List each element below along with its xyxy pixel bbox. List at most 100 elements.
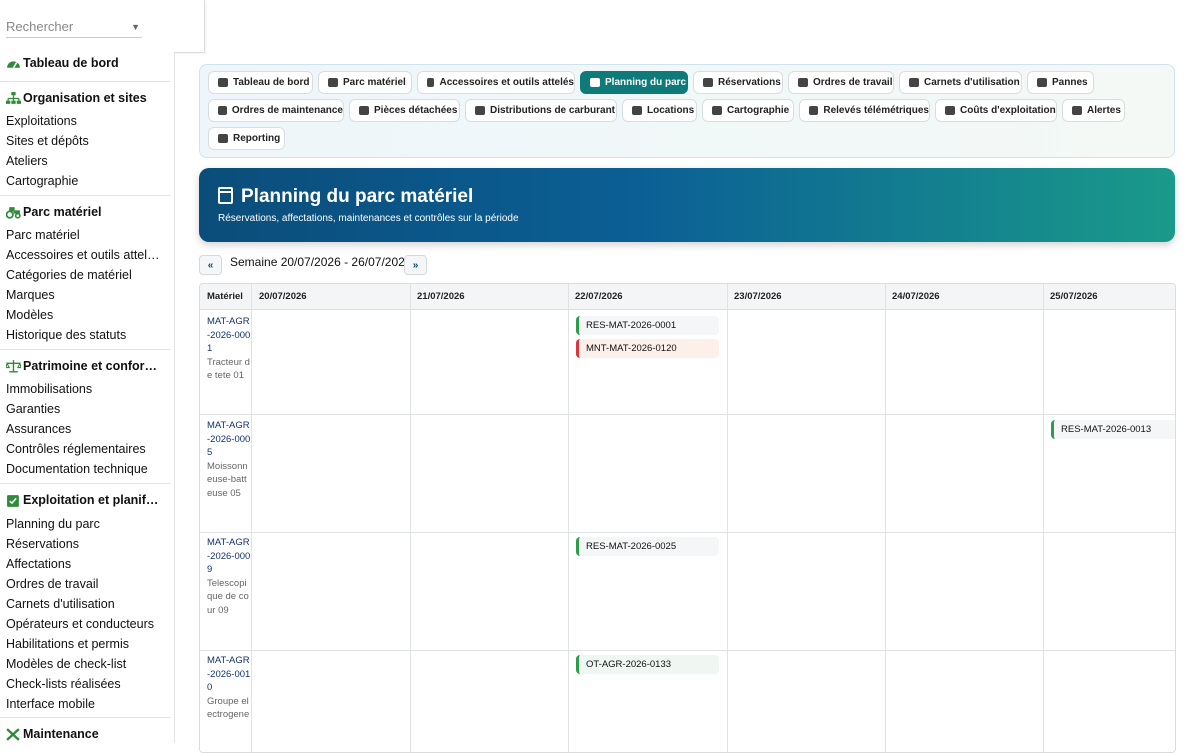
module-tabs: Tableau de bord Parc matériel Accessoire… bbox=[199, 64, 1175, 158]
sidebar-item-garanties[interactable]: Garanties bbox=[0, 399, 168, 419]
caret-down-icon: ▼ bbox=[131, 21, 140, 32]
tab-cartographie[interactable]: Cartographie bbox=[702, 99, 794, 122]
tab-couts[interactable]: Coûts d'exploitation bbox=[935, 99, 1057, 122]
page-title: Planning du parc matériel bbox=[241, 186, 474, 207]
tab-ordres-travail[interactable]: Ordres de travail bbox=[788, 71, 894, 94]
sidebar-item-historique[interactable]: Historique des statuts bbox=[0, 325, 168, 345]
equipment-description: Telescopique de cour 09 bbox=[207, 577, 249, 616]
reservation-event[interactable]: RES-MAT-2026-0025 bbox=[576, 537, 719, 556]
satellite-icon bbox=[809, 106, 819, 115]
sidebar-item-exploitations[interactable]: Exploitations bbox=[0, 111, 168, 131]
sidebar-item-operateurs[interactable]: Opérateurs et conducteurs bbox=[0, 614, 168, 634]
tab-accessoires[interactable]: Accessoires et outils attelés bbox=[417, 71, 575, 94]
collapsed-panel bbox=[174, 0, 205, 53]
file-icon bbox=[632, 106, 642, 115]
map-icon bbox=[712, 106, 722, 115]
sidebar-item-ordres-travail[interactable]: Ordres de travail bbox=[0, 574, 168, 594]
sidebar-item-reservations[interactable]: Réservations bbox=[0, 534, 168, 554]
tractor-icon bbox=[6, 206, 21, 219]
column-header: 24/07/2026 bbox=[885, 284, 1043, 310]
work-order-event[interactable]: OT-AGR-2026-0133 bbox=[576, 655, 719, 674]
reservation-event[interactable]: RES-MAT-2026-0013 bbox=[1051, 420, 1175, 439]
sidebar-section-maintenance: Maintenance bbox=[0, 727, 170, 741]
section-title: Patrimoine et confor… bbox=[23, 359, 158, 373]
tab-releves[interactable]: Relevés télémétriques bbox=[799, 99, 930, 122]
sidebar-item-affectations[interactable]: Affectations bbox=[0, 554, 168, 574]
next-week-button[interactable]: » bbox=[404, 255, 427, 275]
tab-pieces[interactable]: Pièces détachées bbox=[349, 99, 460, 122]
week-label: Semaine 20/07/2026 - 26/07/2026 bbox=[230, 255, 412, 269]
sidebar: Rechercher ▼ Tableau de bord Organisatio… bbox=[0, 0, 175, 743]
sidebar-item-modeles-checklist[interactable]: Modèles de check-list bbox=[0, 654, 168, 674]
scale-icon bbox=[6, 359, 21, 373]
sidebar-item-accessoires[interactable]: Accessoires et outils attel… bbox=[0, 245, 168, 265]
sidebar-item-checklists[interactable]: Check-lists réalisées bbox=[0, 674, 168, 694]
sidebar-item-ateliers[interactable]: Ateliers bbox=[0, 151, 168, 171]
search-select[interactable]: Rechercher ▼ bbox=[6, 16, 142, 38]
section-title: Parc matériel bbox=[23, 205, 102, 219]
tools-icon bbox=[218, 106, 227, 115]
sidebar-item-cartographie[interactable]: Cartographie bbox=[0, 171, 168, 191]
tab-reservations[interactable]: Réservations bbox=[693, 71, 783, 94]
table-row: MAT-AGR-2026-0010 Groupe electrogene bbox=[207, 654, 251, 722]
table-row: MAT-AGR-2026-0009 Telescopique de cour 0… bbox=[207, 536, 251, 617]
sidebar-item-planning[interactable]: Planning du parc bbox=[0, 514, 168, 534]
sidebar-item-controles[interactable]: Contrôles réglementaires bbox=[0, 439, 168, 459]
tab-locations[interactable]: Locations bbox=[622, 99, 697, 122]
equipment-link[interactable]: MAT-AGR-2026-0009 bbox=[207, 536, 251, 577]
planning-grid: Matériel 20/07/2026 21/07/2026 22/07/202… bbox=[199, 283, 1176, 753]
previous-week-button[interactable]: « bbox=[199, 255, 222, 275]
calendar-check-icon bbox=[218, 187, 233, 204]
equipment-link[interactable]: MAT-AGR-2026-0005 bbox=[207, 419, 251, 460]
sidebar-item-immobilisations[interactable]: Immobilisations bbox=[0, 379, 168, 399]
sidebar-item-assurances[interactable]: Assurances bbox=[0, 419, 168, 439]
chart-pie-icon bbox=[218, 134, 228, 143]
fuel-icon bbox=[475, 106, 485, 115]
sidebar-item-sites[interactable]: Sites et dépôts bbox=[0, 131, 168, 151]
sidebar-dashboard-label: Tableau de bord bbox=[23, 56, 119, 70]
table-row: MAT-AGR-2026-0001 Tracteur de tete 01 bbox=[207, 315, 251, 383]
section-title: Exploitation et planif… bbox=[23, 493, 159, 507]
equipment-link[interactable]: MAT-AGR-2026-0010 bbox=[207, 654, 251, 695]
sidebar-item-categories[interactable]: Catégories de matériel bbox=[0, 265, 168, 285]
sidebar-item-carnets[interactable]: Carnets d'utilisation bbox=[0, 594, 168, 614]
tab-ordres-maintenance[interactable]: Ordres de maintenance bbox=[208, 99, 344, 122]
calendar-check-icon bbox=[7, 494, 19, 507]
gear-icon bbox=[359, 106, 369, 115]
tab-carburant[interactable]: Distributions de carburant bbox=[465, 99, 617, 122]
sidebar-item-mobile[interactable]: Interface mobile bbox=[0, 694, 168, 714]
tab-carnets[interactable]: Carnets d'utilisation bbox=[899, 71, 1022, 94]
sidebar-item-documentation[interactable]: Documentation technique bbox=[0, 459, 168, 479]
tab-parc-materiel[interactable]: Parc matériel bbox=[318, 71, 412, 94]
sitemap-icon bbox=[6, 91, 21, 104]
gauge-icon bbox=[7, 60, 20, 68]
tab-alertes[interactable]: Alertes bbox=[1062, 99, 1125, 122]
section-title: Maintenance bbox=[23, 727, 99, 741]
sidebar-item-marques[interactable]: Marques bbox=[0, 285, 168, 305]
equipment-description: Groupe electrogene bbox=[207, 695, 250, 721]
table-row: MAT-AGR-2026-0005 Moissonneuse-batteuse … bbox=[207, 419, 251, 500]
column-header: 23/07/2026 bbox=[727, 284, 885, 310]
sidebar-item-habilitations[interactable]: Habilitations et permis bbox=[0, 634, 168, 654]
section-title: Organisation et sites bbox=[23, 91, 147, 105]
tab-pannes[interactable]: Pannes bbox=[1027, 71, 1094, 94]
tab-reporting[interactable]: Reporting bbox=[208, 127, 285, 150]
column-header: 25/07/2026 bbox=[1043, 284, 1175, 310]
coins-icon bbox=[945, 106, 955, 115]
tab-planning[interactable]: Planning du parc bbox=[580, 71, 688, 94]
trailer-icon bbox=[427, 78, 435, 87]
sidebar-dashboard[interactable]: Tableau de bord bbox=[0, 56, 170, 70]
page-subtitle: Réservations, affectations, maintenances… bbox=[218, 213, 519, 224]
column-header: 20/07/2026 bbox=[252, 284, 410, 310]
search-placeholder: Rechercher bbox=[6, 19, 74, 34]
reservation-event[interactable]: RES-MAT-2026-0001 bbox=[576, 316, 719, 335]
sidebar-item-parc-materiel[interactable]: Parc matériel bbox=[0, 225, 168, 245]
maintenance-event[interactable]: MNT-MAT-2026-0120 bbox=[576, 339, 719, 358]
equipment-link[interactable]: MAT-AGR-2026-0001 bbox=[207, 315, 251, 356]
tab-tableau-de-bord[interactable]: Tableau de bord bbox=[208, 71, 313, 94]
sidebar-item-modeles[interactable]: Modèles bbox=[0, 305, 168, 325]
list-icon bbox=[798, 78, 808, 87]
gauge-icon bbox=[218, 78, 228, 87]
book-icon bbox=[909, 78, 919, 87]
bell-icon bbox=[1072, 106, 1082, 115]
